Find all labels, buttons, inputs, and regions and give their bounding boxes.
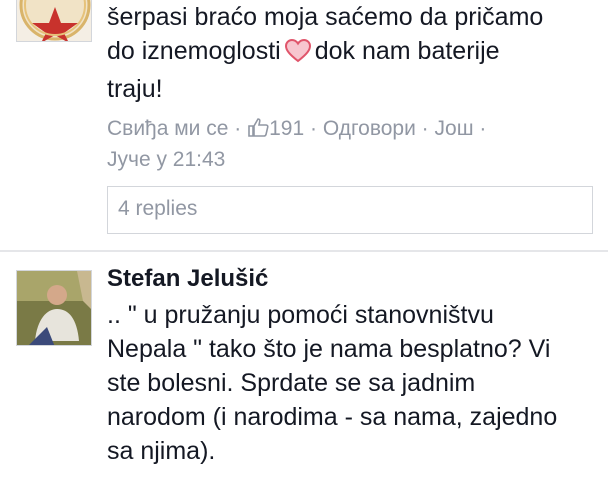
comment-meta: Свиђа ми се · 191 · Одговори · Још · Јуч… — [107, 114, 600, 174]
separator: · — [228, 117, 248, 140]
comment-text-line: traju! — [107, 75, 163, 103]
reply-link[interactable]: Одговори — [323, 117, 416, 140]
avatar[interactable] — [16, 270, 92, 346]
like-link[interactable]: Свиђа ми се — [107, 117, 228, 140]
comment-text-line: ste bolesni. Sprdate se sa jadnim — [107, 369, 476, 397]
comment-author[interactable]: Stefan Jelušić — [107, 264, 600, 294]
comment-text-line: .. " u pružanju pomoći stanovništvu — [107, 301, 494, 329]
comment-text-line: narodom (i narodima - sa nama, zajedno — [107, 403, 558, 431]
likes-count: 191 — [269, 117, 305, 140]
comment-text: .. " u pružanju pomoći stanovništvu Nepa… — [107, 298, 600, 468]
comment-text-line: dok nam baterije — [314, 37, 500, 65]
avatar[interactable] — [16, 0, 92, 42]
thumbs-up-icon — [247, 116, 269, 145]
replies-label: 4 replies — [118, 197, 198, 220]
more-link[interactable]: Још — [435, 117, 474, 140]
comment-text-line: Nepala " tako što je nama besplatno? Vi — [107, 335, 551, 363]
replies-button[interactable]: 4 replies — [107, 186, 593, 234]
user-photo-avatar — [17, 271, 91, 345]
comment: Stefan Jelušić .. " u pružanju pomoći st… — [0, 252, 608, 480]
separator: · — [304, 117, 323, 140]
separator: · — [415, 117, 435, 140]
separator: · — [473, 117, 487, 140]
timestamp[interactable]: Јуче у 21:43 — [107, 148, 225, 171]
comment-text-line: do iznemoglosti — [107, 37, 281, 65]
comment-text-line: sa njima). — [107, 437, 216, 465]
comment-text: šerpasi braćo moja saćemo da pričamo do … — [107, 0, 600, 106]
comment-text-line: šerpasi braćo moja saćemo da pričamo — [107, 3, 544, 31]
comment: šerpasi braćo moja saćemo da pričamo do … — [0, 0, 608, 250]
heart-icon — [284, 38, 311, 72]
star-emblem-icon — [19, 0, 91, 41]
